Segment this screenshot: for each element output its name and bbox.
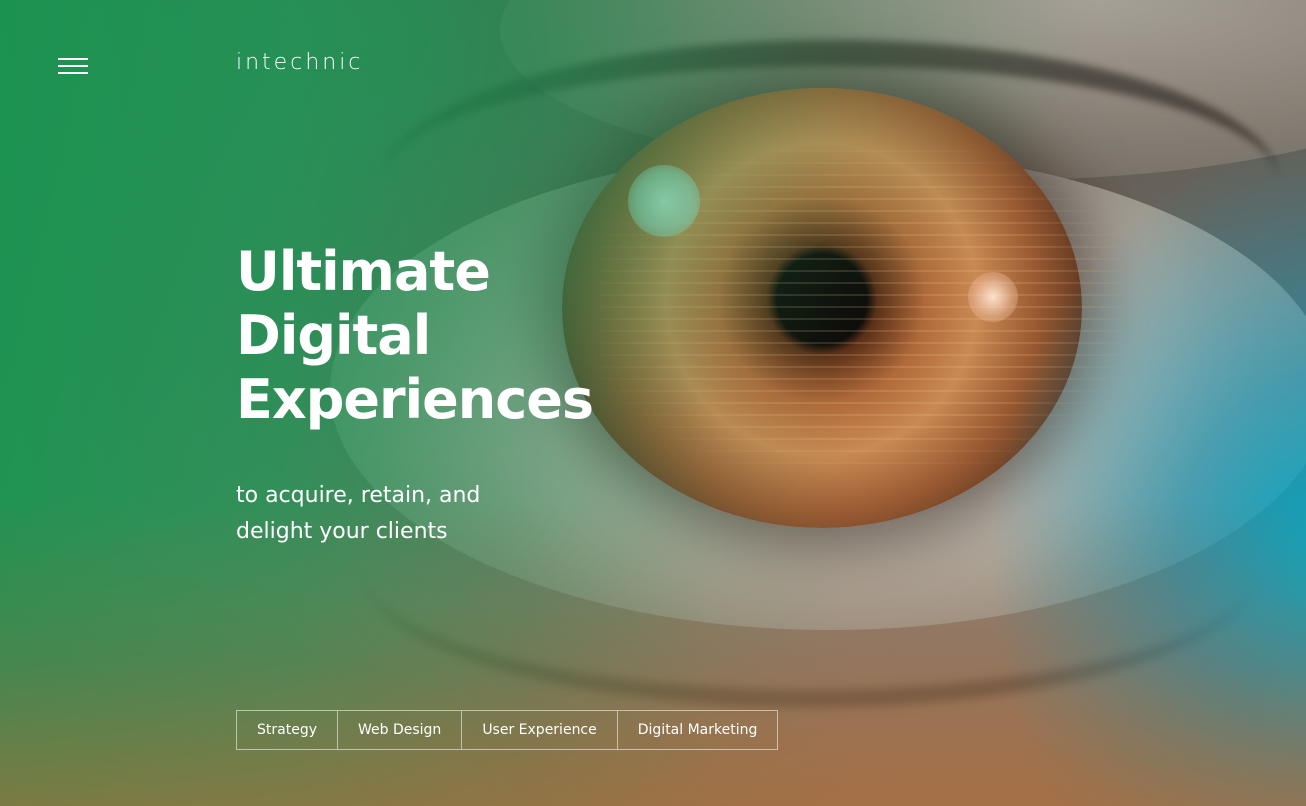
subheadline-line: to acquire, retain, and — [236, 483, 481, 508]
hero-headline: Ultimate Digital Experiences — [236, 240, 594, 432]
warm-color-overlay — [0, 0, 1306, 806]
service-tab-web-design[interactable]: Web Design — [337, 711, 461, 749]
menu-bar — [58, 58, 88, 60]
headline-line: Digital — [236, 304, 431, 367]
hero-section: intechnic Ultimate Digital Experiences t… — [0, 0, 1306, 806]
services-nav: Strategy Web Design User Experience Digi… — [236, 710, 779, 750]
menu-bar — [58, 72, 88, 74]
headline-line: Ultimate — [236, 240, 491, 303]
site-logo[interactable]: intechnic — [236, 50, 363, 75]
hamburger-icon[interactable] — [56, 56, 90, 76]
menu-bar — [58, 65, 88, 67]
headline-line: Experiences — [236, 368, 594, 431]
service-tab-user-experience[interactable]: User Experience — [461, 711, 616, 749]
service-tab-digital-marketing[interactable]: Digital Marketing — [616, 711, 778, 749]
service-tab-strategy[interactable]: Strategy — [237, 711, 337, 749]
subheadline-line: delight your clients — [236, 519, 448, 544]
hero-subheadline: to acquire, retain, and delight your cli… — [236, 478, 480, 550]
